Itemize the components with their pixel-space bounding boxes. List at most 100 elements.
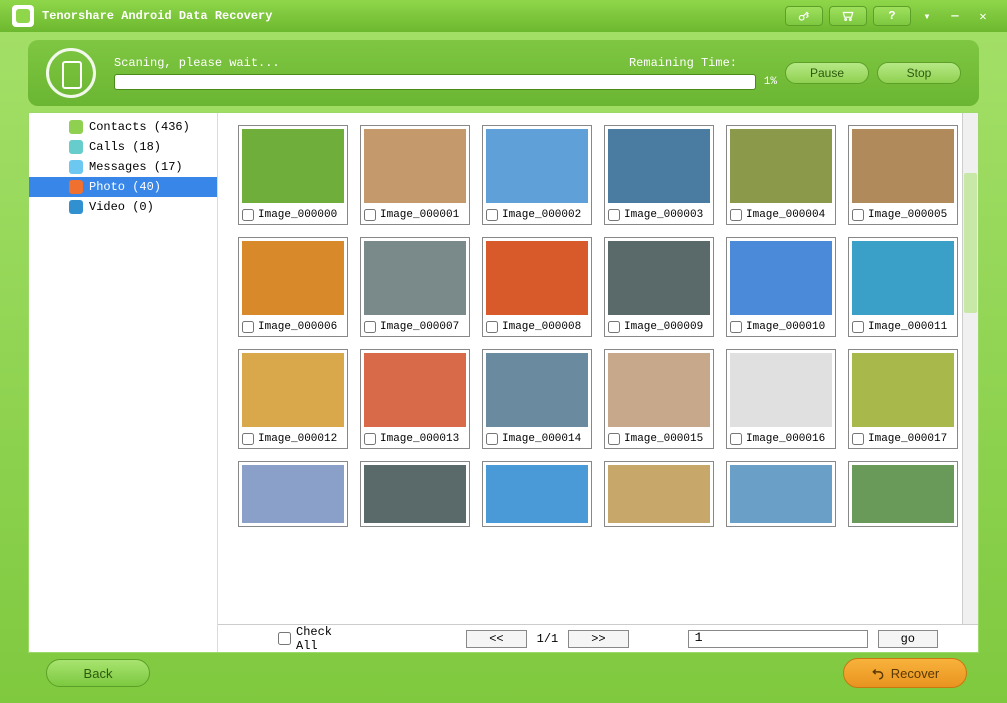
thumbnail-checkbox[interactable] xyxy=(852,209,864,221)
thumbnail-grid: Image_000000 Image_000001 Image_000002 Imag… xyxy=(218,113,978,624)
page-input[interactable] xyxy=(688,630,868,648)
content-area: Image_000000 Image_000001 Image_000002 Imag… xyxy=(218,113,978,652)
thumbnail-item[interactable]: Image_000005 xyxy=(848,125,958,225)
cart-button[interactable] xyxy=(829,6,867,26)
thumbnail-item[interactable]: Image_000017 xyxy=(848,349,958,449)
recover-button[interactable]: Recover xyxy=(843,658,967,688)
thumbnail-image xyxy=(730,241,832,315)
thumbnail-image xyxy=(852,241,954,315)
thumbnail-label: Image_000006 xyxy=(258,321,337,333)
thumbnail-image xyxy=(852,465,954,523)
thumbnail-item[interactable] xyxy=(848,461,958,527)
thumbnail-label: Image_000013 xyxy=(380,433,459,445)
thumbnail-item[interactable]: Image_000011 xyxy=(848,237,958,337)
stop-button[interactable]: Stop xyxy=(877,62,961,84)
thumbnail-label: Image_000009 xyxy=(624,321,703,333)
thumbnail-image xyxy=(242,241,344,315)
thumbnail-item[interactable]: Image_000009 xyxy=(604,237,714,337)
thumbnail-checkbox[interactable] xyxy=(608,209,620,221)
thumbnail-image xyxy=(242,465,344,523)
thumbnail-item[interactable]: Image_000014 xyxy=(482,349,592,449)
key-button[interactable] xyxy=(785,6,823,26)
next-page-button[interactable]: >> xyxy=(568,630,628,648)
calls-icon xyxy=(69,140,83,154)
thumbnail-item[interactable]: Image_000015 xyxy=(604,349,714,449)
check-all-checkbox[interactable] xyxy=(278,632,291,645)
thumbnail-checkbox[interactable] xyxy=(730,321,742,333)
thumbnail-label: Image_000017 xyxy=(868,433,947,445)
thumbnail-item[interactable]: Image_000000 xyxy=(238,125,348,225)
titlebar: Tenorshare Android Data Recovery ? ▾ — ✕ xyxy=(0,0,1007,32)
scan-status-label: Scaning, please wait... xyxy=(114,56,629,70)
thumbnail-item[interactable]: Image_000004 xyxy=(726,125,836,225)
thumbnail-item[interactable]: Image_000007 xyxy=(360,237,470,337)
scrollbar[interactable] xyxy=(962,113,978,624)
thumbnail-item[interactable]: Image_000003 xyxy=(604,125,714,225)
thumbnail-label: Image_000011 xyxy=(868,321,947,333)
thumbnail-image xyxy=(608,241,710,315)
thumbnail-item[interactable]: Image_000001 xyxy=(360,125,470,225)
thumbnail-checkbox[interactable] xyxy=(486,321,498,333)
sidebar-item-label: Video (0) xyxy=(89,200,154,214)
sidebar-item-photo[interactable]: Photo (40) xyxy=(29,177,217,197)
scan-phone-icon xyxy=(46,48,96,98)
sidebar-item-messages[interactable]: Messages (17) xyxy=(29,157,217,177)
thumbnail-item[interactable] xyxy=(238,461,348,527)
app-title: Tenorshare Android Data Recovery xyxy=(42,9,779,23)
thumbnail-item[interactable]: Image_000012 xyxy=(238,349,348,449)
thumbnail-checkbox[interactable] xyxy=(852,321,864,333)
prev-page-button[interactable]: << xyxy=(466,630,526,648)
sidebar-item-contacts[interactable]: Contacts (436) xyxy=(29,117,217,137)
page-display: 1/1 xyxy=(537,632,559,646)
close-button[interactable]: ✕ xyxy=(971,6,995,26)
thumbnail-item[interactable]: Image_000013 xyxy=(360,349,470,449)
thumbnail-item[interactable]: Image_000016 xyxy=(726,349,836,449)
scan-bar: Scaning, please wait... Remaining Time: … xyxy=(28,40,979,106)
thumbnail-image xyxy=(730,465,832,523)
thumbnail-image xyxy=(364,465,466,523)
thumbnail-item[interactable] xyxy=(726,461,836,527)
thumbnail-item[interactable] xyxy=(360,461,470,527)
photo-icon xyxy=(69,180,83,194)
thumbnail-checkbox[interactable] xyxy=(364,433,376,445)
thumbnail-checkbox[interactable] xyxy=(242,209,254,221)
thumbnail-checkbox[interactable] xyxy=(364,321,376,333)
thumbnail-checkbox[interactable] xyxy=(486,209,498,221)
thumbnail-label: Image_000002 xyxy=(502,209,581,221)
thumbnail-image xyxy=(486,241,588,315)
messages-icon xyxy=(69,160,83,174)
pause-button[interactable]: Pause xyxy=(785,62,869,84)
thumbnail-image xyxy=(608,465,710,523)
thumbnail-label: Image_000000 xyxy=(258,209,337,221)
thumbnail-image xyxy=(608,129,710,203)
dropdown-icon[interactable]: ▾ xyxy=(915,6,939,26)
check-all-label: Check All xyxy=(296,625,359,653)
thumbnail-label: Image_000012 xyxy=(258,433,337,445)
thumbnail-item[interactable]: Image_000010 xyxy=(726,237,836,337)
thumbnail-checkbox[interactable] xyxy=(242,321,254,333)
thumbnail-label: Image_000005 xyxy=(868,209,947,221)
thumbnail-item[interactable]: Image_000006 xyxy=(238,237,348,337)
thumbnail-image xyxy=(486,353,588,427)
thumbnail-image xyxy=(730,129,832,203)
back-button[interactable]: Back xyxy=(46,659,150,687)
thumbnail-checkbox[interactable] xyxy=(608,433,620,445)
thumbnail-checkbox[interactable] xyxy=(364,209,376,221)
thumbnail-image xyxy=(364,129,466,203)
sidebar-item-calls[interactable]: Calls (18) xyxy=(29,137,217,157)
sidebar-item-video[interactable]: Video (0) xyxy=(29,197,217,217)
video-icon xyxy=(69,200,83,214)
help-button[interactable]: ? xyxy=(873,6,911,26)
minimize-button[interactable]: — xyxy=(943,6,967,26)
thumbnail-checkbox[interactable] xyxy=(852,433,864,445)
thumbnail-item[interactable] xyxy=(604,461,714,527)
go-button[interactable]: go xyxy=(878,630,938,648)
thumbnail-checkbox[interactable] xyxy=(730,209,742,221)
thumbnail-checkbox[interactable] xyxy=(486,433,498,445)
thumbnail-checkbox[interactable] xyxy=(608,321,620,333)
thumbnail-item[interactable] xyxy=(482,461,592,527)
thumbnail-item[interactable]: Image_000008 xyxy=(482,237,592,337)
thumbnail-checkbox[interactable] xyxy=(242,433,254,445)
thumbnail-item[interactable]: Image_000002 xyxy=(482,125,592,225)
thumbnail-checkbox[interactable] xyxy=(730,433,742,445)
